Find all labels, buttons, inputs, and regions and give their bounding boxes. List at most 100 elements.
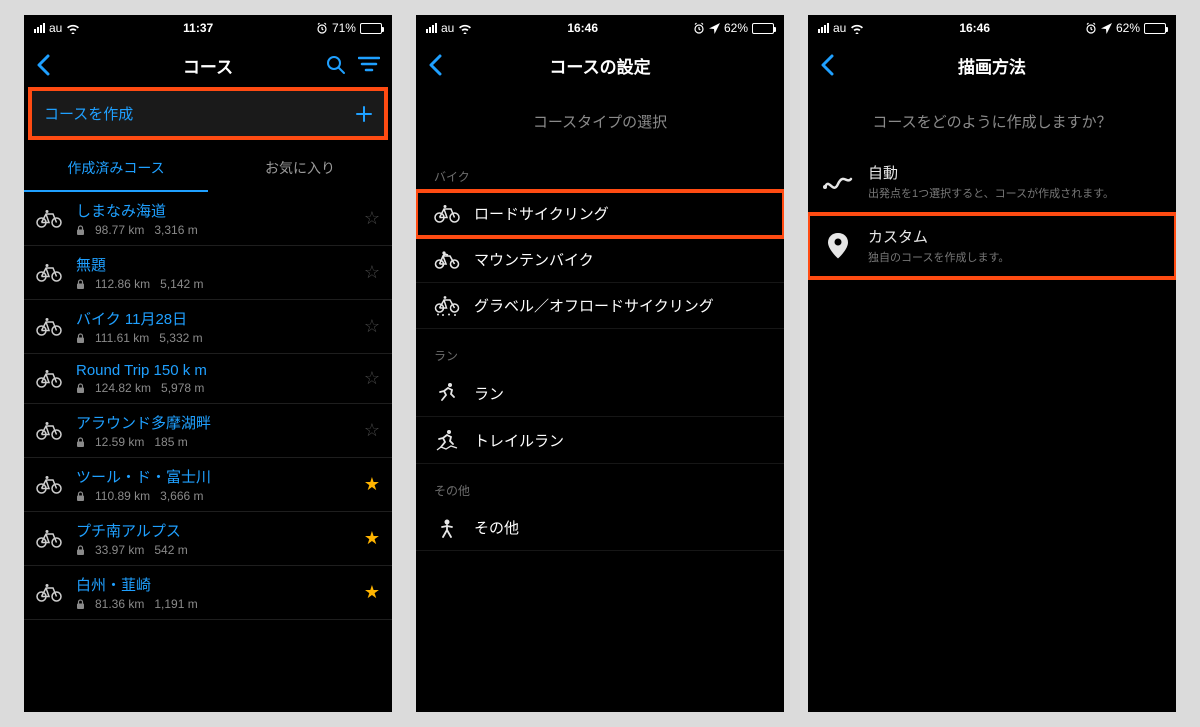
alarm-icon: [316, 22, 328, 34]
battery-icon: [1144, 23, 1166, 34]
page-title: 描画方法: [868, 53, 1116, 78]
clock: 16:46: [959, 21, 990, 35]
wifi-icon: [850, 23, 864, 34]
search-icon[interactable]: [326, 55, 346, 75]
phone-screen-draw-method: au 16:46 62% 描画方法 コースをどのように作成しますか？ 自動出発点…: [808, 15, 1176, 712]
alarm-icon: [693, 22, 705, 34]
option-desc: 出発点を1つ選択すると、コースが作成されます。: [868, 185, 1162, 201]
back-button[interactable]: [428, 54, 442, 76]
create-course-label: コースを作成: [44, 103, 133, 124]
pin-icon: [822, 233, 854, 259]
battery-pct: 62%: [724, 21, 748, 35]
course-distance: 12.59 km: [95, 435, 144, 449]
course-name: 白州・韮崎: [76, 574, 354, 595]
section-subhead: コースタイプの選択: [416, 89, 784, 150]
course-row[interactable]: 白州・韮崎81.36 km1,191 m★: [24, 566, 392, 620]
course-type-option[interactable]: ロードサイクリング: [416, 191, 784, 237]
run-icon: [434, 382, 460, 404]
road-bike-icon: [434, 205, 460, 223]
option-title: 自動: [868, 162, 1162, 183]
favorite-star[interactable]: ★: [364, 582, 380, 603]
course-row[interactable]: 無題112.86 km5,142 m☆: [24, 246, 392, 300]
course-row[interactable]: Round Trip 150 k m124.82 km5,978 m☆: [24, 354, 392, 404]
favorite-star[interactable]: ☆: [364, 368, 380, 389]
page-title: コース: [84, 53, 332, 78]
phone-screen-courses: au 11:37 71% コース: [24, 15, 392, 712]
filter-icon[interactable]: [358, 55, 380, 75]
trail-run-icon: [434, 429, 460, 451]
bike-icon: [32, 264, 66, 282]
course-row[interactable]: プチ南アルプス33.97 km542 m★: [24, 512, 392, 566]
tabs: 作成済みコース お気に入り: [24, 146, 392, 192]
bike-icon: [32, 584, 66, 602]
bike-icon: [32, 476, 66, 494]
course-row[interactable]: バイク 11月28日111.61 km5,332 m☆: [24, 300, 392, 354]
course-name: ツール・ド・富士川: [76, 466, 354, 487]
lock-icon: [76, 491, 85, 502]
option-desc: 独自のコースを作成します。: [868, 249, 1162, 265]
option-label: ラン: [474, 383, 504, 404]
favorite-star[interactable]: ☆: [364, 420, 380, 441]
battery-pct: 62%: [1116, 21, 1140, 35]
lock-icon: [76, 333, 85, 344]
course-type-option[interactable]: トレイルラン: [416, 417, 784, 464]
nav-bar: コース: [24, 41, 392, 89]
draw-method-option[interactable]: 自動出発点を1つ選択すると、コースが作成されます。: [808, 150, 1176, 214]
course-elevation: 542 m: [154, 543, 187, 557]
course-elevation: 5,332 m: [159, 331, 202, 345]
draw-method-option[interactable]: カスタム独自のコースを作成します。: [808, 214, 1176, 278]
favorite-star[interactable]: ★: [364, 474, 380, 495]
tab-favorites[interactable]: お気に入り: [208, 146, 392, 192]
favorite-star[interactable]: ☆: [364, 316, 380, 337]
course-distance: 112.86 km: [95, 277, 150, 291]
course-distance: 98.77 km: [95, 223, 144, 237]
course-type-option[interactable]: グラベル／オフロードサイクリング: [416, 283, 784, 329]
course-distance: 81.36 km: [95, 597, 144, 611]
course-type-option[interactable]: マウンテンバイク: [416, 237, 784, 283]
course-elevation: 185 m: [154, 435, 187, 449]
gravel-icon: [434, 296, 460, 316]
course-name: 無題: [76, 254, 354, 275]
option-label: グラベル／オフロードサイクリング: [474, 295, 714, 316]
course-row[interactable]: ツール・ド・富士川110.89 km3,666 m★: [24, 458, 392, 512]
option-title: カスタム: [868, 226, 1162, 247]
course-distance: 110.89 km: [95, 489, 150, 503]
favorite-star[interactable]: ☆: [364, 262, 380, 283]
location-icon: [709, 23, 720, 34]
tab-created[interactable]: 作成済みコース: [24, 146, 208, 192]
favorite-star[interactable]: ★: [364, 528, 380, 549]
status-bar: au 11:37 71%: [24, 15, 392, 41]
favorite-star[interactable]: ☆: [364, 208, 380, 229]
option-label: マウンテンバイク: [474, 249, 594, 270]
back-button[interactable]: [36, 54, 50, 76]
lock-icon: [76, 279, 85, 290]
mtb-icon: [434, 251, 460, 269]
course-elevation: 3,316 m: [154, 223, 197, 237]
course-name: プチ南アルプス: [76, 520, 354, 541]
clock: 16:46: [567, 21, 598, 35]
lock-icon: [76, 545, 85, 556]
nav-bar: 描画方法: [808, 41, 1176, 89]
signal-icon: [818, 23, 829, 33]
course-name: アラウンド多摩湖畔: [76, 412, 354, 433]
phone-screen-course-type: au 16:46 62% コースの設定 コースタイプの選択 バイクロードサイクリ…: [416, 15, 784, 712]
bike-icon: [32, 530, 66, 548]
course-type-option[interactable]: その他: [416, 505, 784, 551]
wifi-icon: [66, 23, 80, 34]
page-title: コースの設定: [476, 53, 724, 78]
alarm-icon: [1085, 22, 1097, 34]
plus-icon: [356, 106, 372, 122]
course-name: しまなみ海道: [76, 200, 354, 221]
back-button[interactable]: [820, 54, 834, 76]
create-course-button[interactable]: コースを作成: [30, 89, 386, 138]
option-label: トレイルラン: [474, 430, 564, 451]
course-type-groups: バイクロードサイクリングマウンテンバイクグラベル／オフロードサイクリングランラン…: [416, 150, 784, 551]
option-label: ロードサイクリング: [474, 203, 609, 224]
group-header: バイク: [416, 150, 784, 191]
carrier-label: au: [49, 21, 62, 35]
signal-icon: [426, 23, 437, 33]
course-row[interactable]: しまなみ海道 98.77 km 3,316 m ☆: [24, 192, 392, 246]
course-type-option[interactable]: ラン: [416, 370, 784, 417]
course-row[interactable]: アラウンド多摩湖畔 12.59 km 185 m ☆: [24, 404, 392, 458]
bike-icon: [32, 370, 66, 388]
